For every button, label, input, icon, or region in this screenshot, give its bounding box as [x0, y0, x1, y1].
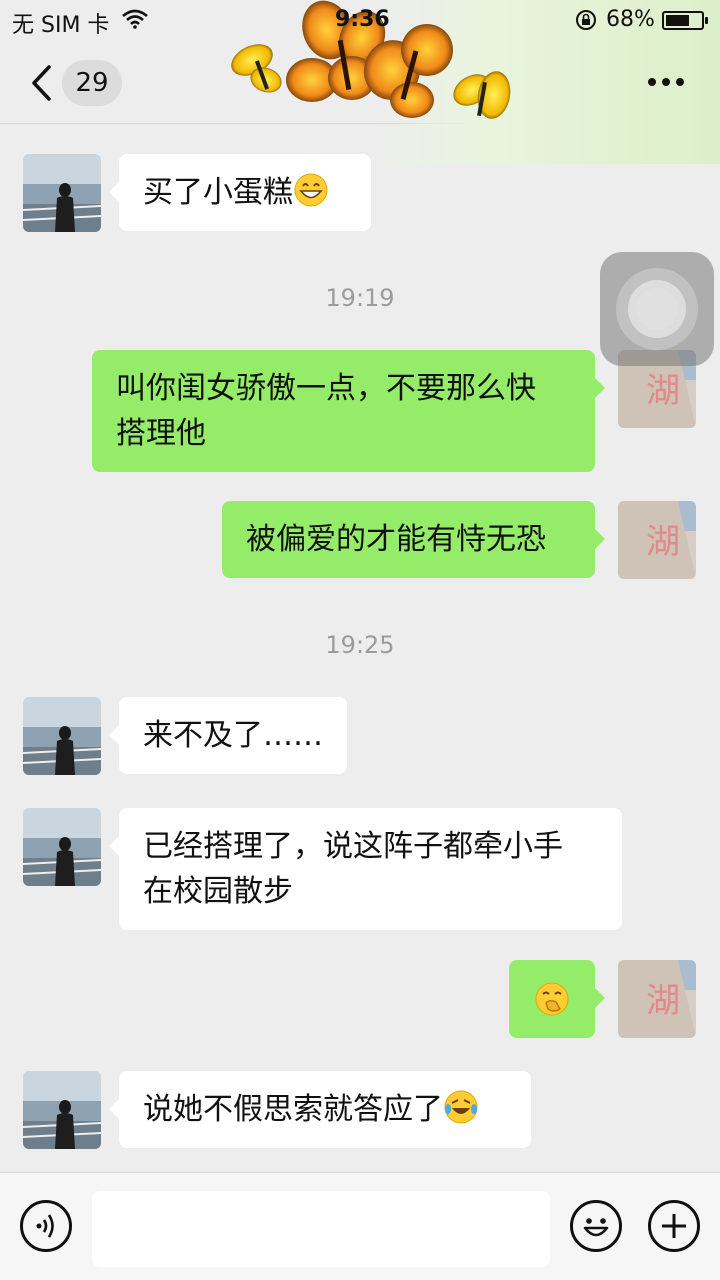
battery-percentage: 68%	[606, 7, 655, 32]
message-text-line-1: 叫你闺女骄傲一点，不要那么快	[116, 371, 536, 406]
message-text-line-1: 已经搭理了，说这阵子都牵小手	[143, 829, 563, 864]
message-text-line-2: 搭理他	[116, 416, 206, 451]
message-bubble-incoming[interactable]: 买了小蛋糕	[109, 154, 371, 231]
smiley-icon	[583, 1218, 609, 1237]
message-input-bar	[0, 1172, 720, 1280]
message-bubble-incoming[interactable]: 说她不假思索就答应了	[109, 1071, 531, 1148]
more-functions-button[interactable]	[648, 1200, 700, 1252]
battery-icon	[662, 11, 708, 30]
avatar-character: 湖	[646, 522, 680, 562]
chat-screen: 29 无 SIM 卡 9:36 68% 买了小蛋糕 19:19 叫你闺女骄傲一点…	[0, 0, 720, 1280]
message-text: 买了小蛋糕	[143, 175, 293, 210]
contact-avatar[interactable]	[23, 1071, 101, 1149]
voice-input-button[interactable]	[20, 1200, 72, 1252]
emoji-button[interactable]	[570, 1200, 622, 1252]
voice-icon	[36, 1214, 54, 1238]
message-text-line-2: 在校园散步	[143, 874, 293, 909]
message-bubble-outgoing[interactable]: 叫你闺女骄傲一点，不要那么快 搭理他	[92, 350, 605, 472]
avatar-character: 湖	[646, 371, 680, 411]
chevron-left-icon	[32, 65, 51, 101]
grin-emoji-icon	[294, 173, 328, 207]
message-text: 来不及了……	[143, 718, 323, 753]
timestamp: 19:25	[325, 631, 395, 659]
unread-count-badge: 29	[62, 60, 122, 106]
message-bubble-incoming[interactable]: 来不及了……	[109, 697, 347, 774]
hand-over-mouth-emoji-icon	[535, 982, 569, 1016]
wifi-icon	[122, 9, 148, 29]
contact-avatar[interactable]	[23, 697, 101, 775]
laughing-tears-emoji-icon	[444, 1090, 478, 1124]
message-input[interactable]	[92, 1191, 550, 1267]
plus-icon	[662, 1214, 686, 1238]
assistive-touch-button[interactable]	[600, 252, 714, 366]
contact-avatar[interactable]	[23, 808, 101, 886]
carrier-label: 无 SIM 卡	[12, 13, 110, 38]
message-text: 被偏爱的才能有恃无恐	[246, 522, 546, 557]
back-button[interactable]: 29	[28, 60, 128, 106]
my-avatar[interactable]: 湖	[618, 960, 696, 1038]
contact-avatar[interactable]	[23, 154, 101, 232]
message-bubble-outgoing[interactable]: 被偏爱的才能有恃无恐	[222, 501, 605, 578]
my-avatar[interactable]: 湖	[618, 501, 696, 579]
message-bubble-incoming[interactable]: 已经搭理了，说这阵子都牵小手 在校园散步	[109, 808, 622, 930]
more-options-icon[interactable]	[640, 70, 692, 94]
clock: 9:36	[335, 7, 390, 32]
avatar-character: 湖	[646, 981, 680, 1021]
rotation-lock-icon	[576, 10, 596, 30]
message-bubble-outgoing[interactable]	[509, 960, 605, 1038]
message-text: 说她不假思索就答应了	[143, 1092, 443, 1127]
status-bar: 无 SIM 卡 9:36 68%	[0, 0, 720, 40]
